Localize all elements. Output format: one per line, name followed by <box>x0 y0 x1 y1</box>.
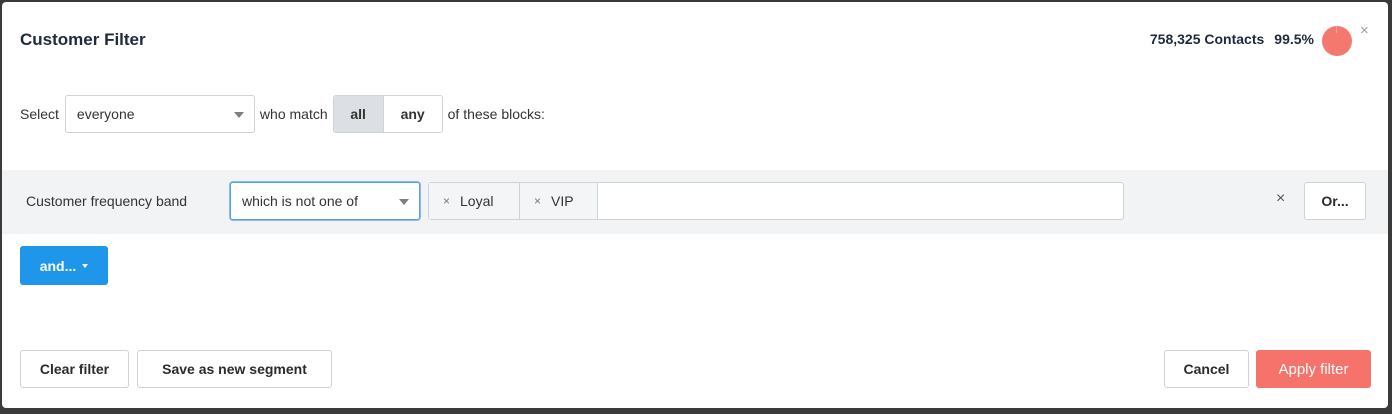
audience-dropdown[interactable]: everyone <box>64 95 255 133</box>
chevron-down-icon <box>233 112 244 118</box>
close-icon[interactable]: × <box>1360 22 1369 39</box>
filter-block: Customer frequency band which is not one… <box>2 170 1388 234</box>
match-mode-toggle: all any <box>332 95 443 133</box>
tag-label: Loyal <box>460 193 494 209</box>
field-label: Customer frequency band <box>26 193 188 209</box>
contacts-percent: 99.5% <box>1274 31 1314 47</box>
operator-value: which is not one of <box>242 193 358 209</box>
tag-loyal: × Loyal <box>429 183 520 219</box>
dialog-title: Customer Filter <box>20 30 146 49</box>
and-button-label: and... <box>39 257 77 274</box>
chevron-down-icon <box>399 199 409 205</box>
customer-filter-dialog: Customer Filter 758,325 Contacts 99.5% ×… <box>2 2 1388 408</box>
tag-vip: × VIP <box>520 183 598 219</box>
tag-remove-icon[interactable]: × <box>534 194 541 208</box>
or-button[interactable]: Or... <box>1304 182 1366 220</box>
apply-filter-button[interactable]: Apply filter <box>1256 350 1371 388</box>
contacts-stats: 758,325 Contacts 99.5% <box>1150 31 1314 47</box>
operator-dropdown[interactable]: which is not one of <box>230 182 420 220</box>
match-all-option[interactable]: all <box>333 96 384 132</box>
select-label: Select <box>20 106 59 122</box>
remove-block-icon[interactable]: × <box>1276 190 1285 208</box>
audience-value: everyone <box>76 106 135 122</box>
match-label: who match <box>259 106 328 122</box>
percent-pie-icon <box>1322 26 1352 56</box>
match-any-option[interactable]: any <box>383 96 442 132</box>
tag-remove-icon[interactable]: × <box>443 194 450 208</box>
blocks-label: of these blocks: <box>447 106 545 122</box>
caret-down-icon <box>82 264 89 268</box>
save-segment-button[interactable]: Save as new segment <box>137 350 332 388</box>
contacts-count: 758,325 Contacts <box>1149 31 1265 47</box>
tag-label: VIP <box>551 193 574 209</box>
clear-filter-button[interactable]: Clear filter <box>20 350 129 388</box>
and-button[interactable]: and... <box>20 246 108 285</box>
match-selector-row: Select everyone who match all any of the… <box>20 94 545 134</box>
values-tag-input[interactable]: × Loyal × VIP <box>428 182 1124 220</box>
cancel-button[interactable]: Cancel <box>1164 350 1249 388</box>
